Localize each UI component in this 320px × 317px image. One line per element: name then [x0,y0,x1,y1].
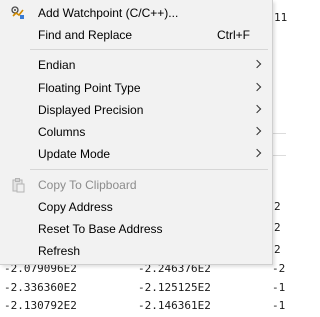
memory-row[interactable]: -2.130792E2 -2.146361E2 -1 [0,299,286,317]
menu-item-label: Copy Address [38,200,113,214]
menu-item-reset-to-base-address[interactable]: Reset To Base Address [0,218,272,240]
menu-item-label: Floating Point Type [38,81,141,95]
menu-item-update-mode[interactable]: Update Mode [0,143,272,165]
menu-item-copy-to-clipboard[interactable]: Copy To Clipboard [0,174,272,196]
menu-item-refresh[interactable]: Refresh [0,240,272,262]
memory-value-fragment: 2 [274,243,281,256]
menu-item-endian[interactable]: Endian [0,54,272,76]
menu-item-label: Displayed Precision [38,103,144,117]
memory-cell[interactable]: -1 [272,281,285,294]
menu-item-label: Endian [38,58,76,72]
menu-item-displayed-precision[interactable]: Displayed Precision [0,99,272,121]
menu-item-label: Columns [38,125,86,139]
submenu-arrow-icon [252,126,262,136]
memory-row[interactable]: -2.336360E2 -2.125125E2 -1 [0,281,286,299]
watchpoint-icon [10,5,26,21]
menu-item-add-watchpoint[interactable]: Add Watchpoint (C/C++)... [0,2,272,24]
submenu-arrow-icon [252,104,262,114]
menu-item-columns[interactable]: Columns [0,121,272,143]
memory-cell[interactable]: -2.146361E2 [138,299,211,312]
memory-value-fragment: 2 [274,221,281,234]
memory-cell[interactable]: -2.130792E2 [4,299,77,312]
clipboard-icon [10,177,26,193]
submenu-arrow-icon [252,59,262,69]
menu-item-shortcut: Ctrl+F [217,28,250,42]
menu-item-floating-point-type[interactable]: Floating Point Type [0,77,272,99]
menu-item-label: Add Watchpoint (C/C++)... [38,6,179,20]
memory-view-gridline [272,133,286,134]
memory-cell[interactable]: -1 [272,299,285,312]
context-menu: Add Watchpoint (C/C++)... Find and Repla… [0,0,273,265]
menu-item-copy-address[interactable]: Copy Address [0,196,272,218]
menu-item-find-replace[interactable]: Find and Replace Ctrl+F [0,24,272,46]
memory-address-fragment: 11 [274,11,288,24]
submenu-arrow-icon [252,148,262,158]
menu-item-label: Reset To Base Address [38,222,163,236]
memory-cell[interactable]: -2.125125E2 [138,281,211,294]
menu-item-label: Find and Replace [38,28,133,42]
memory-cell[interactable]: -2.336360E2 [4,281,77,294]
memory-view-gridline [272,155,286,156]
memory-value-fragment: 2 [274,200,281,213]
menu-item-label: Refresh [38,244,81,258]
menu-separator [30,169,268,170]
memory-cell[interactable]: -2 [272,262,285,275]
submenu-arrow-icon [252,82,262,92]
menu-item-label: Copy To Clipboard [38,178,137,192]
menu-item-label: Update Mode [38,147,111,161]
menu-separator [30,49,268,50]
